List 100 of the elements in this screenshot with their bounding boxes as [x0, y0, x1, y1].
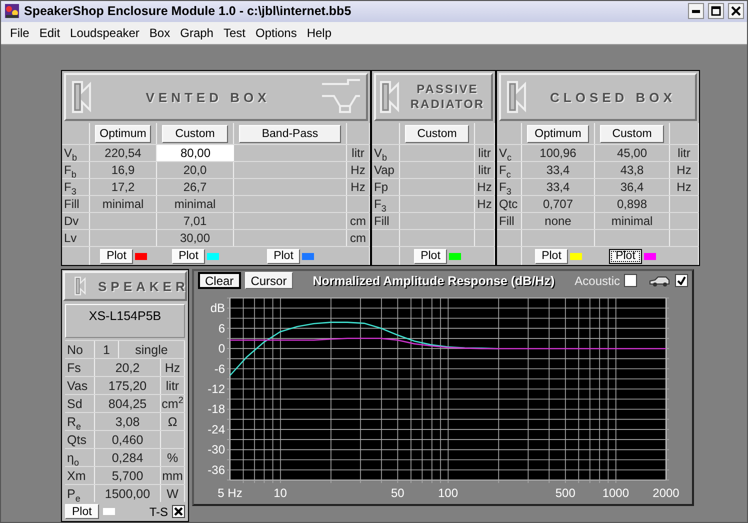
model-name: XS-L154P5B — [65, 304, 185, 338]
row-label: V$_{b}$ — [64, 146, 78, 160]
menu-item[interactable]: Box — [144, 26, 176, 40]
column-button[interactable]: Optimum — [95, 124, 151, 142]
axis-label: -6 — [214, 362, 225, 376]
plot-button[interactable]: Plot — [414, 248, 448, 264]
param-label: P$_{e}$ — [67, 486, 80, 500]
row-label: Fill — [374, 214, 390, 228]
row-label: Qtc — [499, 197, 518, 211]
menu-item[interactable]: Options — [250, 26, 302, 40]
row-label: Fp — [374, 180, 388, 194]
plot-button[interactable]: Plot — [266, 248, 300, 264]
menu-item[interactable]: Edit — [34, 26, 66, 40]
param-label: R$_{e}$ — [67, 414, 82, 428]
unit-label: Hz — [676, 163, 692, 177]
value-text: none — [544, 214, 572, 228]
param-value: 0,460 — [112, 432, 144, 446]
row-label: F$_{c}$ — [499, 163, 511, 177]
param-label: No — [67, 342, 83, 356]
plot-button[interactable]: Plot — [100, 248, 134, 264]
axis-label: -30 — [208, 442, 225, 457]
unit-label: Hz — [350, 163, 366, 177]
axis-label: -36 — [208, 462, 225, 477]
axis-label: 5 Hz — [218, 486, 242, 500]
graph-button[interactable]: Cursor — [244, 272, 293, 289]
value-text: 30,00 — [180, 231, 210, 245]
unit-label: single — [135, 342, 168, 356]
value-text: 17,2 — [111, 180, 135, 194]
column-button[interactable]: Custom — [162, 124, 228, 142]
value-text: 16,9 — [111, 163, 135, 177]
window-title: SpeakerShop Enclosure Module 1.0 - c:\jbl\internet.bb5 — [24, 4, 352, 18]
unit-label: litr — [478, 146, 491, 160]
graph-button[interactable]: Clear — [198, 272, 241, 289]
value-field[interactable]: 80,00 — [157, 145, 234, 161]
section-title: VENTED BOX — [144, 90, 272, 104]
column-button[interactable]: Custom — [405, 124, 469, 142]
row-label: Lv — [64, 231, 77, 245]
unit-label: cm — [350, 231, 366, 245]
param-value: 175,20 — [108, 378, 147, 392]
column-button[interactable]: Optimum — [527, 124, 589, 142]
car-icon — [649, 274, 671, 286]
axis-label: 100 — [438, 486, 458, 500]
param-value: 1500,00 — [104, 486, 150, 500]
unit-label: litr — [166, 378, 180, 392]
value-text: 0,898 — [616, 197, 648, 211]
menu-item[interactable]: Graph — [175, 26, 218, 40]
unit-label: Hz — [477, 197, 492, 211]
unit-label: litr — [478, 163, 491, 177]
axis-label: 50 — [391, 486, 404, 500]
axis-label: 2000 — [652, 486, 680, 500]
param-value: 20,2 — [115, 360, 140, 374]
unit-label: Hz — [350, 180, 366, 194]
axis-label: 10 — [274, 486, 287, 500]
menu-item[interactable]: Test — [218, 26, 250, 40]
plot-button[interactable]: Plot — [534, 248, 568, 264]
car-checkbox[interactable] — [675, 274, 688, 287]
row-label: F$_{3}$ — [64, 180, 76, 194]
row-label: F$_{3}$ — [499, 180, 512, 194]
unit-label: Ω — [168, 414, 178, 428]
value-text: 26,7 — [183, 180, 207, 194]
column-button[interactable]: Band-Pass — [239, 124, 341, 142]
minimize-button[interactable] — [688, 3, 704, 20]
unit-label: cm$^{2}$ — [162, 396, 184, 410]
param-label: Vas — [67, 378, 88, 392]
row-label: Fill — [64, 197, 80, 211]
param-label: Qts — [67, 432, 86, 446]
value-text: 36,4 — [620, 180, 644, 194]
unit-label: Hz — [164, 360, 180, 374]
value-text: minimal — [102, 197, 144, 211]
plot-button[interactable]: Plot — [172, 248, 206, 264]
maximize-icon — [711, 6, 721, 16]
param-value: 5,700 — [112, 468, 144, 482]
value-text: 7,01 — [183, 214, 207, 228]
maximize-button[interactable] — [708, 3, 724, 20]
column-button[interactable]: Custom — [600, 124, 664, 142]
value-text: 100,96 — [540, 146, 576, 160]
value-text: minimal — [611, 214, 653, 228]
param-value: 0,284 — [112, 450, 144, 464]
row-label: F$_{3}$ — [374, 197, 386, 211]
ts-checkbox[interactable] — [172, 505, 185, 518]
value-text: 20,0 — [183, 163, 207, 177]
value-text: minimal — [174, 197, 216, 211]
param-value: 804,25 — [108, 396, 147, 410]
section-title: CLOSED BOX — [549, 90, 677, 104]
acoustic-checkbox[interactable] — [624, 274, 637, 287]
graph-title: Normalized Amplitude Response (dB/Hz) — [312, 274, 556, 288]
plot-button[interactable]: Plot — [65, 504, 99, 519]
close-icon — [731, 6, 741, 16]
value-text: 0,707 — [542, 197, 574, 211]
acoustic-label: Acoustic — [574, 274, 620, 288]
menu-item[interactable]: Help — [302, 26, 337, 40]
row-label: V$_{b}$ — [374, 146, 388, 160]
close-button[interactable] — [728, 3, 744, 20]
unit-label: Hz — [477, 180, 492, 194]
unit-label: litr — [678, 146, 690, 160]
section-title: PASSIVE RADIATOR — [409, 82, 486, 112]
unit-label: % — [166, 450, 178, 464]
menu-item[interactable]: File — [5, 26, 34, 40]
param-value: 1 — [103, 342, 110, 356]
menu-item[interactable]: Loudspeaker — [65, 26, 144, 40]
